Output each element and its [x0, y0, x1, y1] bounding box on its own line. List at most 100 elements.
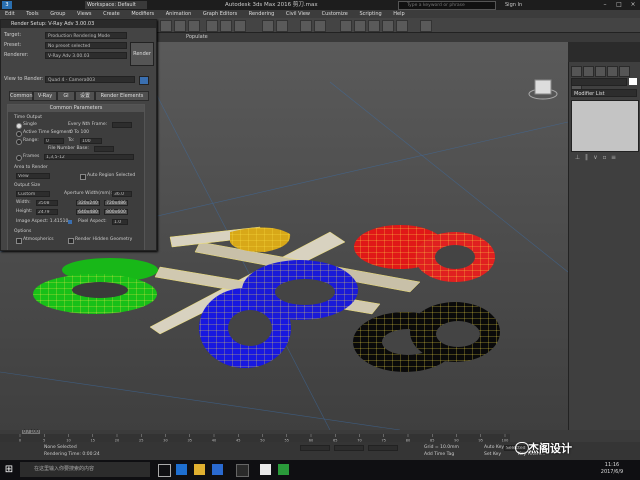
search-input[interactable]: Type a keyword or phrase	[398, 1, 496, 10]
range-from-field[interactable]: 0	[44, 138, 64, 144]
tab-gi[interactable]: GI	[57, 91, 75, 101]
every-nth-field[interactable]	[112, 122, 132, 128]
preset-dropdown[interactable]: No preset selected	[45, 42, 127, 49]
menu-help[interactable]: Help	[388, 10, 409, 18]
app-logo-icon[interactable]: 3	[2, 1, 12, 9]
task-view-icon[interactable]	[158, 464, 171, 477]
preset-320x240-button[interactable]: 320x240	[76, 200, 100, 206]
teapot-render-icon[interactable]	[420, 20, 432, 32]
object-color-swatch[interactable]	[629, 78, 637, 85]
single-radio[interactable]	[16, 123, 22, 129]
modifier-stack[interactable]	[571, 100, 639, 152]
range-to-field[interactable]: 100	[80, 138, 102, 144]
menu-tools[interactable]: Tools	[21, 10, 43, 18]
modifier-list-dropdown[interactable]: Modifier List	[571, 89, 637, 97]
tab-vray[interactable]: V-Ray	[33, 91, 57, 101]
add-time-tag-button[interactable]: Add Time Tag	[424, 452, 454, 458]
auto-region-checkbox[interactable]	[80, 174, 86, 180]
tab-render-elements[interactable]: Render Elements	[95, 91, 149, 101]
make-unique-icon[interactable]: ∨	[591, 154, 600, 161]
windows-start-icon[interactable]: ⊞	[3, 464, 15, 476]
frames-field[interactable]: 1,3,5-12	[44, 154, 134, 160]
object-name-field[interactable]	[571, 78, 627, 86]
track-bar[interactable]: 0 5 10 15 20 25 30 35 40 45 50 55 60 65 70 75 80 85 90 95 10…	[0, 434, 510, 443]
view-to-render-dropdown[interactable]: Quad 4 - Camera003	[45, 76, 135, 83]
angle-snap-icon[interactable]	[276, 20, 288, 32]
modify-tab-icon[interactable]	[583, 66, 594, 77]
3dsmax-taskbar-icon[interactable]	[260, 464, 271, 475]
auto-key-button[interactable]: Auto Key	[484, 445, 504, 451]
hierarchy-tab-icon[interactable]	[595, 66, 606, 77]
app-icon[interactable]	[236, 464, 249, 477]
menu-modifiers[interactable]: Modifiers	[126, 10, 159, 18]
preset-800x600-button[interactable]: 800x600	[104, 209, 128, 215]
motion-tab-icon[interactable]	[607, 66, 618, 77]
menu-edit[interactable]: Edit	[0, 10, 20, 18]
menu-animation[interactable]: Animation	[161, 10, 197, 18]
mirror-icon[interactable]	[300, 20, 312, 32]
target-dropdown[interactable]: Production Rendering Mode	[45, 32, 127, 39]
wechat-taskbar-icon[interactable]	[278, 464, 289, 475]
renderer-dropdown[interactable]: V-Ray Adv 3.00.03	[45, 52, 127, 59]
menu-customize[interactable]: Customize	[317, 10, 353, 18]
workspace-dropdown[interactable]: Workspace: Default	[85, 1, 147, 9]
configure-sets-icon[interactable]: ≡	[609, 154, 618, 161]
move-icon[interactable]	[206, 20, 218, 32]
render-hidden-checkbox[interactable]	[68, 238, 74, 244]
minimize-icon[interactable]: –	[598, 0, 612, 10]
show-end-result-icon[interactable]: ‖	[582, 154, 591, 161]
menu-views[interactable]: Views	[72, 10, 96, 18]
display-tab-icon[interactable]	[619, 66, 630, 77]
coord-x-field[interactable]	[300, 445, 330, 451]
select-region-icon[interactable]	[188, 20, 200, 32]
rotate-icon[interactable]	[220, 20, 232, 32]
area-to-render-dropdown[interactable]: View	[16, 173, 50, 179]
render-production-icon[interactable]	[396, 20, 408, 32]
select-by-name-icon[interactable]	[174, 20, 186, 32]
sign-in-link[interactable]: Sign In	[505, 1, 522, 9]
coord-y-field[interactable]	[334, 445, 364, 451]
common-parameters-header[interactable]: Common Parameters	[8, 105, 144, 112]
material-editor-icon[interactable]	[354, 20, 366, 32]
remove-modifier-icon[interactable]: ▫	[600, 154, 609, 161]
scale-icon[interactable]	[234, 20, 246, 32]
height-field[interactable]: 2479	[36, 209, 58, 215]
menu-graph-editors[interactable]: Graph Editors	[198, 10, 242, 18]
maximize-icon[interactable]: □	[612, 0, 626, 10]
width-field[interactable]: 3508	[36, 200, 58, 206]
create-tab-icon[interactable]	[571, 66, 582, 77]
dialog-title-bar[interactable]: Render Setup: V-Ray Adv 3.00.03	[1, 20, 156, 28]
tab-common[interactable]: Common	[9, 91, 33, 101]
rendered-frame-window-icon[interactable]	[382, 20, 394, 32]
close-icon[interactable]: ×	[626, 0, 640, 10]
menu-rendering[interactable]: Rendering	[244, 10, 280, 18]
menu-group[interactable]: Group	[45, 10, 70, 18]
active-segment-radio[interactable]	[16, 131, 22, 137]
menu-create[interactable]: Create	[98, 10, 125, 18]
preset-720x486-button[interactable]: 720x486	[104, 200, 128, 206]
edge-browser-icon[interactable]	[176, 464, 187, 475]
pin-stack-icon[interactable]: ⊥	[573, 154, 582, 161]
atmospherics-checkbox[interactable]	[16, 238, 22, 244]
aperture-field[interactable]: 36.0	[112, 191, 132, 197]
output-size-dropdown[interactable]: Custom	[16, 191, 50, 197]
taskbar-clock[interactable]: 11:16 2017/6/9	[592, 462, 632, 476]
menu-scripting[interactable]: Scripting	[354, 10, 386, 18]
file-number-base-field[interactable]	[94, 146, 114, 152]
lock-view-icon[interactable]	[139, 76, 149, 85]
set-key-button[interactable]: Set Key	[484, 452, 501, 458]
range-radio[interactable]	[16, 139, 22, 145]
frames-radio[interactable]	[16, 155, 22, 161]
file-explorer-icon[interactable]	[194, 464, 205, 475]
coord-z-field[interactable]	[368, 445, 398, 451]
taskbar-search-input[interactable]: 在这里输入你要搜索的内容	[20, 462, 150, 477]
select-object-icon[interactable]	[160, 20, 172, 32]
snap-icon[interactable]	[262, 20, 274, 32]
menu-civil-view[interactable]: Civil View	[281, 10, 315, 18]
populate-tab[interactable]: Populate	[186, 33, 208, 42]
render-setup-icon[interactable]	[368, 20, 380, 32]
curve-editor-icon[interactable]	[340, 20, 352, 32]
preset-640x480-button[interactable]: 640x480	[76, 209, 100, 215]
align-icon[interactable]	[314, 20, 326, 32]
tab-settings[interactable]: 设置	[75, 91, 95, 101]
